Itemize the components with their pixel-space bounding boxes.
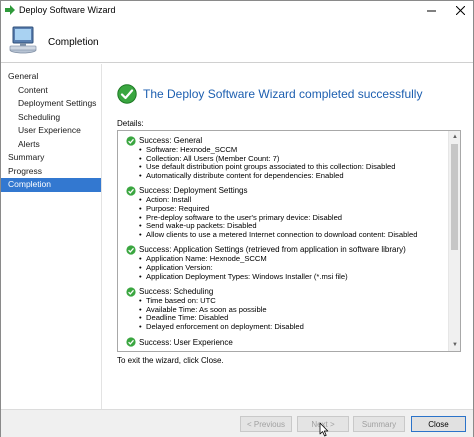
success-check-icon	[126, 245, 136, 255]
sidebar-item-alerts[interactable]: Alerts	[1, 138, 101, 152]
sidebar-item-scheduling[interactable]: Scheduling	[1, 111, 101, 125]
sidebar-item-deployment-settings[interactable]: Deployment Settings	[1, 97, 101, 111]
minimize-icon	[426, 10, 436, 11]
details-section-general: Success: General Software: Hexnode_SCCM …	[126, 135, 448, 180]
details-scrollbar[interactable]: ▲ ▼	[448, 131, 460, 351]
detail-item: Automatically distribute content for dep…	[139, 171, 448, 181]
previous-button[interactable]: < Previous	[240, 416, 292, 432]
sidebar-item-progress[interactable]: Progress	[1, 165, 101, 179]
wizard-window: Deploy Software Wizard Completion Genera…	[0, 0, 474, 437]
close-icon	[455, 5, 465, 15]
success-check-icon	[117, 84, 137, 104]
details-section-deployment-settings: Success: Deployment Settings Action: Ins…	[126, 185, 448, 239]
summary-button[interactable]: Summary	[353, 416, 405, 432]
details-section-application-settings: Success: Application Settings (retrieved…	[126, 244, 448, 281]
page-title: Completion	[48, 37, 99, 48]
wizard-sidebar: General Content Deployment Settings Sche…	[1, 64, 102, 409]
window-title: Deploy Software Wizard	[19, 5, 116, 15]
sidebar-item-general[interactable]: General	[1, 70, 101, 84]
sidebar-item-summary[interactable]: Summary	[1, 151, 101, 165]
close-button[interactable]: Close	[411, 416, 466, 432]
scroll-up-button[interactable]: ▲	[449, 131, 460, 143]
details-list: Success: General Software: Hexnode_SCCM …	[118, 131, 448, 351]
computer-monitor-icon	[9, 26, 37, 54]
completion-headline: The Deploy Software Wizard completed suc…	[143, 87, 423, 101]
sidebar-item-user-experience[interactable]: User Experience	[1, 124, 101, 138]
section-title: Success: User Experience	[139, 337, 233, 347]
section-title: Success: General	[139, 136, 203, 145]
sidebar-item-completion[interactable]: Completion	[1, 178, 101, 192]
success-check-icon	[126, 337, 136, 347]
minimize-button[interactable]	[418, 1, 444, 19]
section-title: Success: Scheduling	[139, 287, 214, 297]
chevron-down-icon: ▼	[452, 342, 458, 348]
wizard-content: The Deploy Software Wizard completed suc…	[103, 64, 473, 409]
detail-item: Delayed enforcement on deployment: Disab…	[139, 322, 448, 332]
success-check-icon	[126, 186, 136, 196]
detail-item: Allow clients to use a metered Internet …	[139, 230, 448, 240]
wizard-footer: < Previous Next > Summary Close	[1, 409, 473, 437]
scroll-thumb[interactable]	[451, 144, 458, 250]
exit-instructions: To exit the wizard, click Close.	[117, 356, 224, 365]
details-label: Details:	[117, 119, 144, 128]
mouse-pointer-icon	[319, 422, 329, 437]
wizard-header: Completion	[1, 19, 473, 63]
detail-item: Application Deployment Types: Windows In…	[139, 272, 448, 282]
details-section-user-experience: Success: User Experience	[126, 337, 448, 348]
section-title: Success: Deployment Settings	[139, 186, 248, 196]
details-box[interactable]: Success: General Software: Hexnode_SCCM …	[117, 130, 461, 352]
close-window-button[interactable]	[447, 1, 473, 19]
section-title: Success: Application Settings (retrieved…	[139, 245, 406, 255]
success-check-icon	[126, 135, 136, 146]
scroll-down-button[interactable]: ▼	[449, 339, 460, 351]
details-section-scheduling: Success: Scheduling Time based on: UTC A…	[126, 286, 448, 331]
success-check-icon	[126, 287, 136, 297]
chevron-up-icon: ▲	[452, 134, 458, 140]
title-bar[interactable]: Deploy Software Wizard	[1, 1, 473, 19]
wizard-arrow-icon	[5, 5, 15, 15]
sidebar-item-content[interactable]: Content	[1, 84, 101, 98]
